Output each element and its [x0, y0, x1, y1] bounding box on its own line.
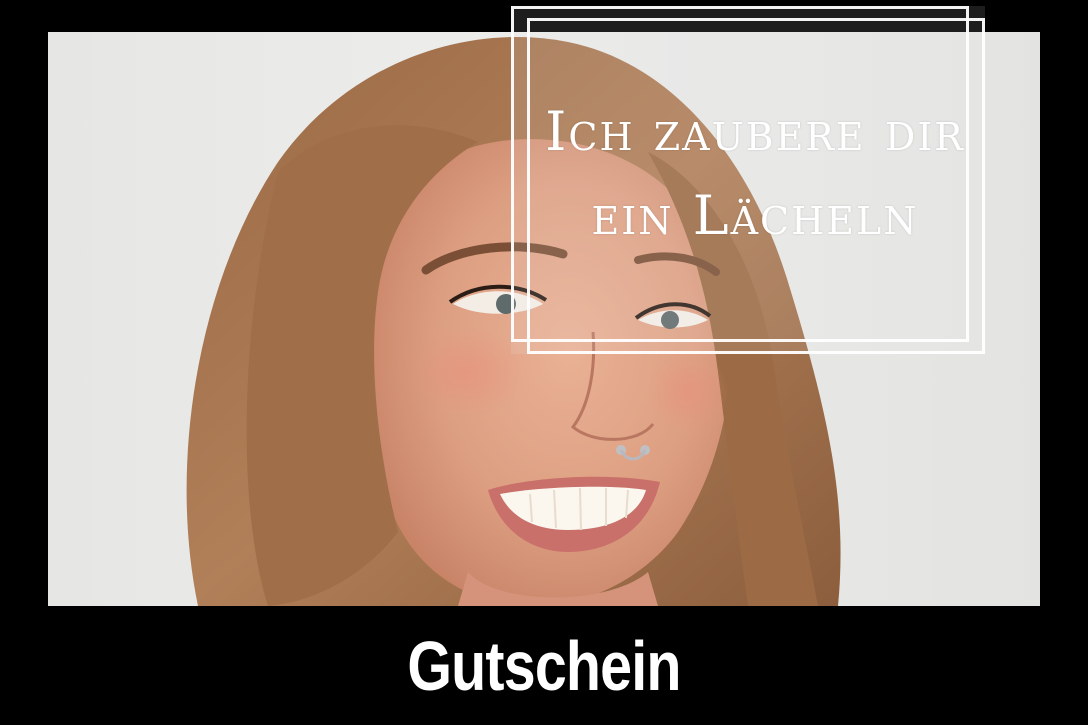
voucher-card: Ich zaubere dir ein Lächeln Gutschein: [0, 0, 1088, 725]
cheek-left: [408, 327, 528, 417]
cheek-right: [648, 352, 728, 432]
tagline-line-1: Ich zaubere dir: [545, 100, 965, 163]
tagline-line-2: ein Lächeln: [591, 184, 919, 247]
voucher-title: Gutschein: [407, 626, 681, 705]
tagline: Ich zaubere dir ein Lächeln: [540, 90, 970, 258]
